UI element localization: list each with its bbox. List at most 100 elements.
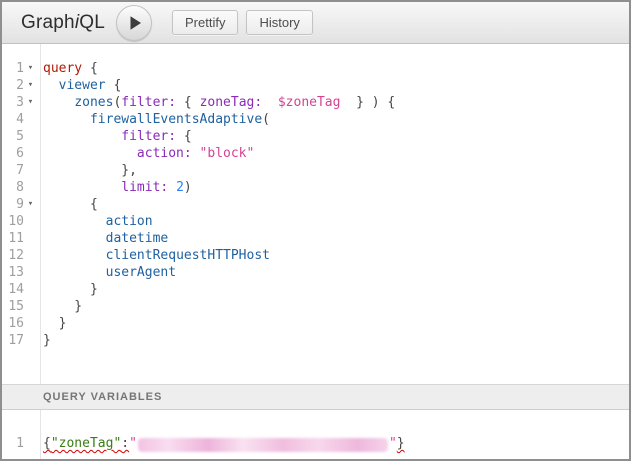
code-text: }: [40, 281, 629, 298]
code-line[interactable]: 7 },: [2, 162, 629, 179]
line-gutter: 13: [2, 264, 40, 281]
fold-gutter-empty: [24, 111, 37, 128]
code-line[interactable]: 4 firewallEventsAdaptive(: [2, 111, 629, 128]
code-text: firewallEventsAdaptive(: [40, 111, 629, 128]
code-line[interactable]: 13 userAgent: [2, 264, 629, 281]
line-number: 6: [2, 145, 24, 162]
code-line[interactable]: 10 action: [2, 213, 629, 230]
line-gutter: 4: [2, 111, 40, 128]
line-number: 11: [2, 230, 24, 247]
fold-arrow-icon[interactable]: ▾: [24, 94, 37, 111]
line-gutter: 10: [2, 213, 40, 230]
line-gutter: 8: [2, 179, 40, 196]
fold-gutter-empty: [24, 230, 37, 247]
line-number: 12: [2, 247, 24, 264]
line-number: 9: [2, 196, 24, 213]
fold-gutter-empty: [24, 264, 37, 281]
graphiql-window: GraphiQL Prettify History 1▾query {2▾ vi…: [0, 0, 631, 461]
play-icon: [129, 15, 142, 31]
line-number: 8: [2, 179, 24, 196]
line-gutter: 1: [2, 435, 40, 452]
logo-text-post: QL: [79, 12, 105, 33]
code-line[interactable]: 1▾query {: [2, 60, 629, 77]
code-line[interactable]: 8 limit: 2): [2, 179, 629, 196]
line-gutter: 11: [2, 230, 40, 247]
fold-gutter-empty: [24, 128, 37, 145]
line-number: 1: [2, 60, 24, 77]
line-number: 16: [2, 315, 24, 332]
code-line[interactable]: 11 datetime: [2, 230, 629, 247]
line-gutter: 1▾: [2, 60, 40, 77]
code-text: viewer {: [40, 77, 629, 94]
line-number: 3: [2, 94, 24, 111]
code-line[interactable]: 2▾ viewer {: [2, 77, 629, 94]
graphiql-logo: GraphiQL: [21, 12, 105, 34]
line-number: 1: [2, 435, 24, 452]
fold-gutter-empty: [24, 435, 37, 452]
line-gutter: 9▾: [2, 196, 40, 213]
code-text: {: [40, 196, 629, 213]
line-gutter: 3▾: [2, 94, 40, 111]
line-number: 4: [2, 111, 24, 128]
line-number: 15: [2, 298, 24, 315]
fold-arrow-icon[interactable]: ▾: [24, 196, 37, 213]
code-text: limit: 2): [40, 179, 629, 196]
query-editor[interactable]: 1▾query {2▾ viewer {3▾ zones(filter: { z…: [2, 44, 629, 384]
code-line[interactable]: 3▾ zones(filter: { zoneTag: $zoneTag } )…: [2, 94, 629, 111]
fold-gutter-empty: [24, 213, 37, 230]
code-text: filter: {: [40, 128, 629, 145]
redacted-value: [138, 438, 388, 452]
line-gutter: 12: [2, 247, 40, 264]
line-gutter: 14: [2, 281, 40, 298]
line-number: 2: [2, 77, 24, 94]
code-text: clientRequestHTTPHost: [40, 247, 629, 264]
query-variables-header[interactable]: QUERY VARIABLES: [2, 384, 629, 410]
code-text: datetime: [40, 230, 629, 247]
code-line[interactable]: 5 filter: {: [2, 128, 629, 145]
code-text: query {: [40, 60, 629, 77]
line-gutter: 5: [2, 128, 40, 145]
code-text: },: [40, 162, 629, 179]
code-text: }: [40, 332, 629, 349]
fold-arrow-icon[interactable]: ▾: [24, 77, 37, 94]
fold-gutter-empty: [24, 247, 37, 264]
line-gutter: 6: [2, 145, 40, 162]
line-number: 5: [2, 128, 24, 145]
fold-gutter-empty: [24, 145, 37, 162]
line-number: 10: [2, 213, 24, 230]
code-text: userAgent: [40, 264, 629, 281]
fold-gutter-empty: [24, 298, 37, 315]
line-number: 13: [2, 264, 24, 281]
line-gutter: 2▾: [2, 77, 40, 94]
logo-text-pre: Graph: [21, 12, 75, 33]
line-number: 17: [2, 332, 24, 349]
fold-gutter-empty: [24, 179, 37, 196]
fold-arrow-icon[interactable]: ▾: [24, 60, 37, 77]
code-line[interactable]: 14 }: [2, 281, 629, 298]
code-line[interactable]: 12 clientRequestHTTPHost: [2, 247, 629, 264]
code-line[interactable]: 1{"zoneTag":""}: [2, 435, 629, 452]
prettify-button[interactable]: Prettify: [172, 10, 238, 35]
line-gutter: 16: [2, 315, 40, 332]
code-text: }: [40, 298, 629, 315]
code-text: action: "block": [40, 145, 629, 162]
fold-gutter-empty: [24, 315, 37, 332]
fold-gutter-empty: [24, 281, 37, 298]
fold-gutter-empty: [24, 162, 37, 179]
code-line[interactable]: 6 action: "block": [2, 145, 629, 162]
toolbar: GraphiQL Prettify History: [2, 2, 629, 44]
line-gutter: 15: [2, 298, 40, 315]
line-number: 14: [2, 281, 24, 298]
fold-gutter-empty: [24, 332, 37, 349]
code-line[interactable]: 9▾ {: [2, 196, 629, 213]
code-line[interactable]: 15 }: [2, 298, 629, 315]
history-button[interactable]: History: [246, 10, 312, 35]
code-text: action: [40, 213, 629, 230]
code-line[interactable]: 16 }: [2, 315, 629, 332]
code-line[interactable]: 17}: [2, 332, 629, 349]
execute-button[interactable]: [116, 5, 152, 41]
line-gutter: 7: [2, 162, 40, 179]
variables-editor[interactable]: 1{"zoneTag":""}: [2, 410, 629, 459]
code-text: }: [40, 315, 629, 332]
line-gutter: 17: [2, 332, 40, 349]
